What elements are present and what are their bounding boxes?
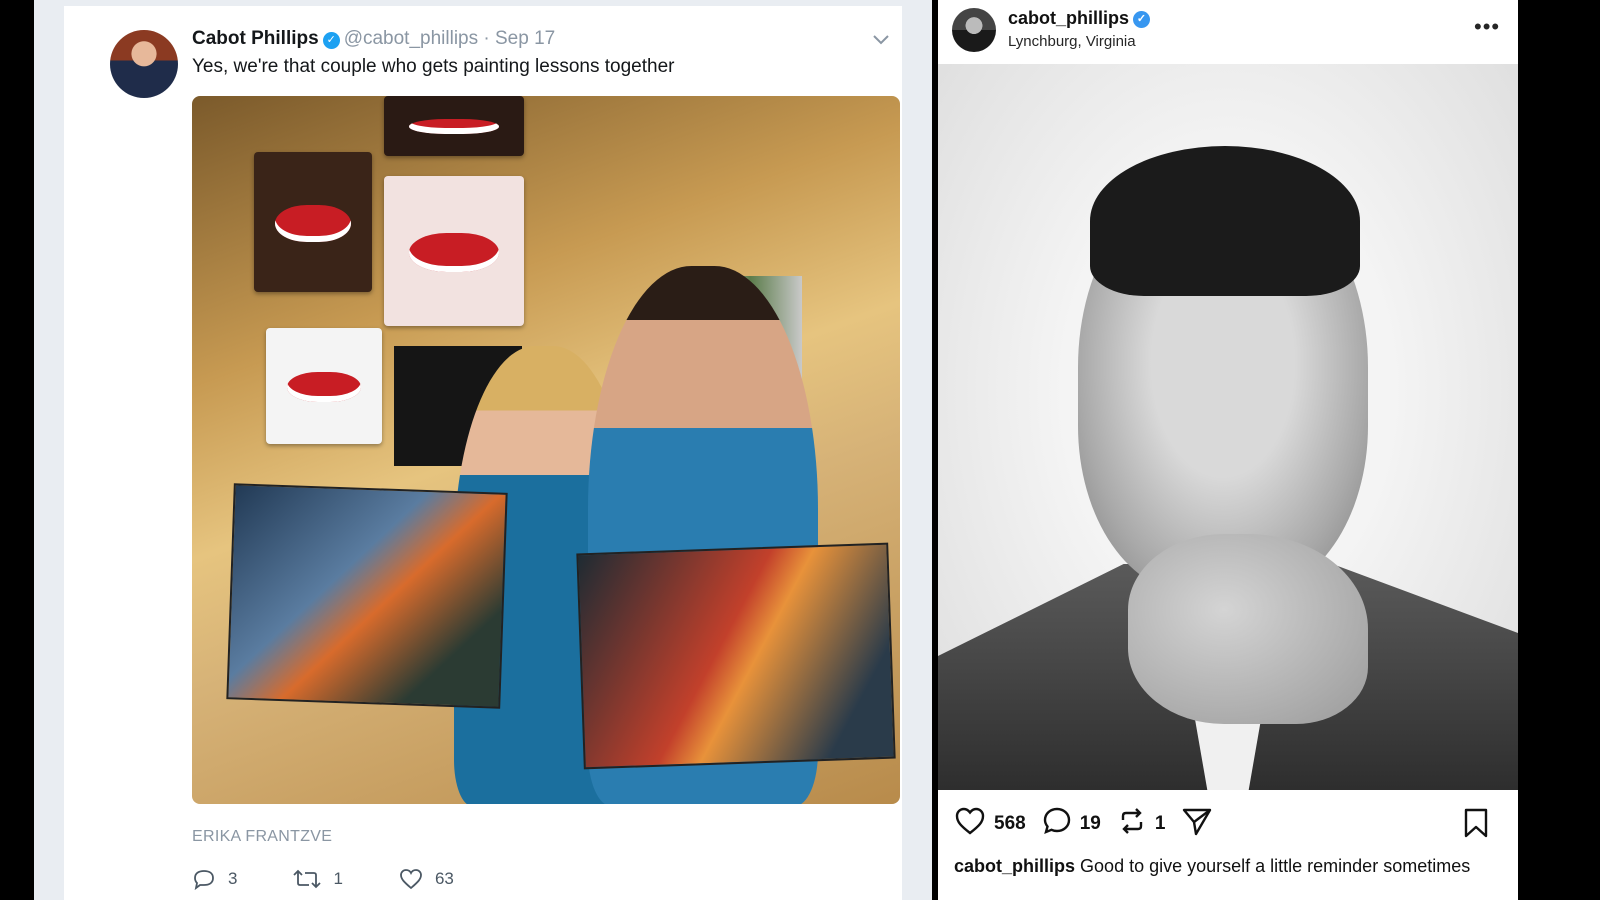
reposts-count: 1 bbox=[1154, 813, 1166, 834]
tweet-panel: Cabot Phillips ✓ @cabot_phillips · Sep 17 … bbox=[34, 0, 932, 900]
painting-lips-1 bbox=[254, 152, 372, 292]
repost-button[interactable]: 1 bbox=[1117, 806, 1166, 842]
bookmark-icon[interactable] bbox=[1462, 808, 1490, 843]
chevron-down-icon[interactable] bbox=[870, 28, 894, 50]
comment-button[interactable]: 19 bbox=[1042, 806, 1101, 842]
reply-count: 3 bbox=[228, 869, 238, 888]
share-button[interactable] bbox=[1181, 806, 1213, 842]
repost-icon bbox=[1117, 806, 1147, 842]
heart-icon bbox=[399, 868, 423, 890]
heart-icon bbox=[954, 806, 986, 842]
painting-canvas-right bbox=[576, 542, 896, 770]
tweet-author-handle[interactable]: @cabot_phillips bbox=[344, 28, 478, 49]
tweet-photo[interactable] bbox=[192, 96, 900, 804]
reply-button[interactable]: 3 bbox=[192, 868, 237, 890]
like-button[interactable]: 568 bbox=[954, 806, 1026, 842]
tweet-author-name[interactable]: Cabot Phillips bbox=[192, 28, 319, 49]
painting-canvas-left bbox=[226, 483, 508, 709]
photo-credit: ERIKA FRANTZVE bbox=[192, 828, 333, 845]
tweet-text: Yes, we're that couple who gets painting… bbox=[192, 56, 675, 77]
instagram-panel: cabot_phillips ✓ Lynchburg, Virginia ••• … bbox=[938, 0, 1518, 900]
instagram-caption: cabot_phillips Good to give yourself a l… bbox=[954, 856, 1494, 877]
verified-badge-icon: ✓ bbox=[322, 32, 340, 49]
instagram-avatar[interactable] bbox=[952, 8, 996, 52]
retweet-count: 1 bbox=[333, 869, 343, 888]
comments-count: 19 bbox=[1079, 813, 1101, 834]
tweet-actions: 3 1 63 bbox=[192, 868, 510, 890]
tweet-date[interactable]: Sep 17 bbox=[495, 28, 555, 49]
more-options-icon[interactable]: ••• bbox=[1474, 14, 1500, 40]
painting-lips-4 bbox=[266, 328, 382, 444]
like-count: 63 bbox=[434, 869, 454, 888]
instagram-location[interactable]: Lynchburg, Virginia bbox=[1008, 33, 1136, 50]
tweet-card: Cabot Phillips ✓ @cabot_phillips · Sep 17 … bbox=[64, 6, 902, 900]
share-icon bbox=[1181, 806, 1213, 842]
likes-count: 568 bbox=[994, 813, 1026, 834]
tweet-avatar[interactable] bbox=[110, 30, 178, 98]
like-button[interactable]: 63 bbox=[399, 868, 454, 890]
painting-lips-3 bbox=[384, 176, 524, 326]
photo-hair bbox=[1090, 146, 1360, 296]
retweet-icon bbox=[293, 868, 322, 890]
reply-icon bbox=[192, 868, 216, 890]
instagram-actions: 568 19 1 bbox=[954, 806, 1229, 842]
tweet-header: Cabot Phillips ✓ @cabot_phillips · Sep 17 bbox=[192, 28, 555, 50]
tweet-separator: · bbox=[483, 28, 490, 49]
retweet-button[interactable]: 1 bbox=[293, 868, 343, 890]
caption-username[interactable]: cabot_phillips bbox=[954, 856, 1075, 876]
instagram-username[interactable]: cabot_phillips ✓ bbox=[1008, 8, 1151, 29]
instagram-photo[interactable] bbox=[938, 64, 1518, 790]
caption-text: Good to give yourself a little reminder … bbox=[1080, 856, 1471, 876]
photo-hand bbox=[1128, 534, 1368, 724]
instagram-username-text: cabot_phillips bbox=[1008, 8, 1130, 28]
comment-icon bbox=[1042, 806, 1072, 842]
painting-lips-2 bbox=[384, 96, 524, 156]
verified-badge-icon: ✓ bbox=[1133, 11, 1151, 28]
